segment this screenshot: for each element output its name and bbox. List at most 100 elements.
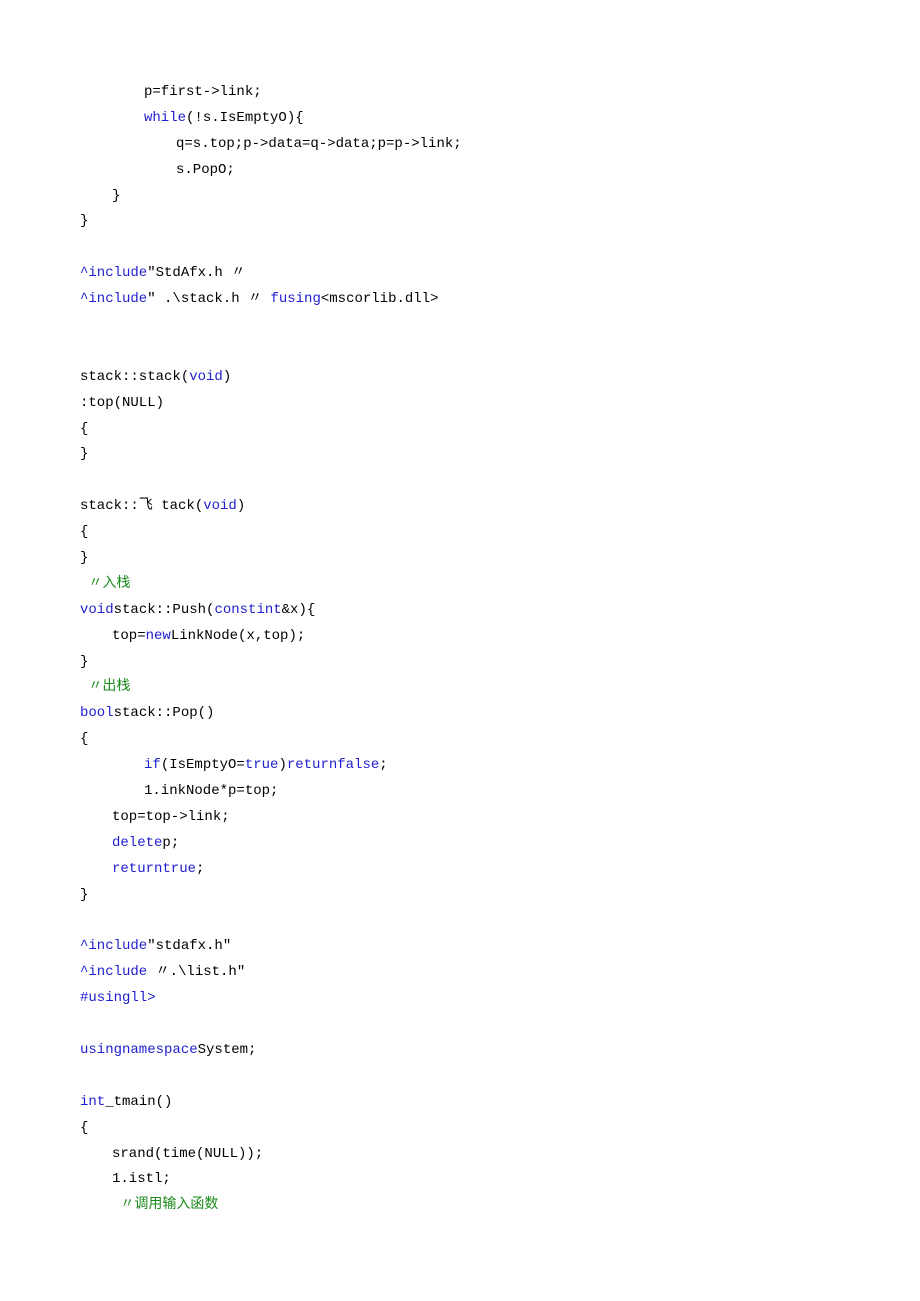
- code-line: [80, 468, 920, 494]
- code-line: }: [80, 209, 920, 235]
- code-line: srand(time(NULL));: [80, 1142, 920, 1168]
- code-token: }: [80, 887, 88, 903]
- code-token: }: [112, 188, 120, 204]
- keyword-token: returntrue: [112, 861, 196, 877]
- code-token: &x){: [282, 602, 316, 618]
- code-line: stack::飞 tack(void): [80, 494, 920, 520]
- code-token: stack::Push(: [114, 602, 215, 618]
- keyword-token: returnfalse: [287, 757, 379, 773]
- code-token: q=s.top;p->data=q->data;p=p->link;: [176, 136, 462, 152]
- code-line: q=s.top;p->data=q->data;p=p->link;: [80, 132, 920, 158]
- keyword-token: new: [146, 628, 171, 644]
- keyword-token: #usingll>: [80, 990, 156, 1006]
- code-line: ^include"stdafx.h": [80, 934, 920, 960]
- code-token: top=: [112, 628, 146, 644]
- code-line: [80, 1012, 920, 1038]
- code-line: ^include"StdAfx.h 〃: [80, 261, 920, 287]
- code-token: srand(time(NULL));: [112, 1146, 263, 1162]
- code-line: boolstack::Pop(): [80, 701, 920, 727]
- code-line: ^include 〃.\list.h": [80, 960, 920, 986]
- code-token: {: [80, 1120, 88, 1136]
- comment-token: 〃入栈: [80, 576, 130, 592]
- code-token: :top(NULL): [80, 395, 164, 411]
- code-token: (IsEmptyO=: [161, 757, 245, 773]
- code-token: "stdafx.h": [147, 938, 231, 954]
- code-token: LinkNode(x,top);: [171, 628, 305, 644]
- code-line: 〃入栈: [80, 572, 920, 598]
- code-token: " .\stack.h 〃: [147, 291, 270, 307]
- code-token: p;: [162, 835, 179, 851]
- code-token: _tmain(): [105, 1094, 172, 1110]
- keyword-token: delete: [112, 835, 162, 851]
- keyword-token: constint: [214, 602, 281, 618]
- code-token: 1.inkNode*p=top;: [144, 783, 278, 799]
- code-line: top=top->link;: [80, 805, 920, 831]
- code-token: {: [80, 731, 88, 747]
- code-token: ;: [379, 757, 387, 773]
- keyword-token: ^include: [80, 265, 147, 281]
- code-line: }: [80, 650, 920, 676]
- keyword-token: void: [203, 498, 237, 514]
- code-line: [80, 1064, 920, 1090]
- code-line: voidstack::Push(constint&x){: [80, 598, 920, 624]
- code-line: int_tmain(): [80, 1090, 920, 1116]
- keyword-token: void: [189, 369, 223, 385]
- code-token: stack::飞 tack(: [80, 498, 203, 514]
- code-token: stack::Pop(): [114, 705, 215, 721]
- code-line: deletep;: [80, 831, 920, 857]
- code-line: {: [80, 417, 920, 443]
- code-line: stack::stack(void): [80, 365, 920, 391]
- code-line: if(IsEmptyO=true)returnfalse;: [80, 753, 920, 779]
- code-line: [80, 339, 920, 365]
- code-line: usingnamespaceSystem;: [80, 1038, 920, 1064]
- keyword-token: usingnamespace: [80, 1042, 198, 1058]
- code-line: }: [80, 546, 920, 572]
- code-token: s.PopO;: [176, 162, 235, 178]
- code-line: {: [80, 520, 920, 546]
- comment-token: 〃调用输入函数: [112, 1197, 218, 1213]
- code-token: ): [237, 498, 245, 514]
- code-line: returntrue;: [80, 857, 920, 883]
- code-line: 1.inkNode*p=top;: [80, 779, 920, 805]
- code-token: }: [80, 654, 88, 670]
- code-token: ;: [196, 861, 204, 877]
- code-token: {: [80, 524, 88, 540]
- code-token: <mscorlib.dll>: [321, 291, 439, 307]
- code-token: (!s.IsEmptyO){: [186, 110, 304, 126]
- code-line: while(!s.IsEmptyO){: [80, 106, 920, 132]
- keyword-token: bool: [80, 705, 114, 721]
- code-token: stack::stack(: [80, 369, 189, 385]
- code-token: }: [80, 213, 88, 229]
- code-token: {: [80, 421, 88, 437]
- code-line: 〃出栈: [80, 675, 920, 701]
- code-line: s.PopO;: [80, 158, 920, 184]
- comment-token: 〃出栈: [80, 679, 130, 695]
- keyword-token: fusing: [270, 291, 320, 307]
- code-token: top=top->link;: [112, 809, 230, 825]
- keyword-token: int: [80, 1094, 105, 1110]
- code-line: {: [80, 727, 920, 753]
- code-line: [80, 313, 920, 339]
- code-token: ): [278, 757, 286, 773]
- keyword-token: if: [144, 757, 161, 773]
- code-token: 〃.\list.h": [156, 964, 246, 980]
- code-token: ): [223, 369, 231, 385]
- keyword-token: while: [144, 110, 186, 126]
- code-line: #usingll>: [80, 986, 920, 1012]
- code-token: p=first->link;: [144, 84, 262, 100]
- code-line: :top(NULL): [80, 391, 920, 417]
- code-token: 1.istl;: [112, 1171, 171, 1187]
- code-token: }: [80, 550, 88, 566]
- code-token: System;: [198, 1042, 257, 1058]
- keyword-token: ^include: [80, 291, 147, 307]
- code-line: p=first->link;: [80, 80, 920, 106]
- keyword-token: ^include: [80, 964, 156, 980]
- code-token: }: [80, 446, 88, 462]
- code-line: [80, 909, 920, 935]
- code-line: {: [80, 1116, 920, 1142]
- keyword-token: void: [80, 602, 114, 618]
- code-token: "StdAfx.h 〃: [147, 265, 245, 281]
- code-line: }: [80, 883, 920, 909]
- code-line: }: [80, 442, 920, 468]
- code-line: }: [80, 184, 920, 210]
